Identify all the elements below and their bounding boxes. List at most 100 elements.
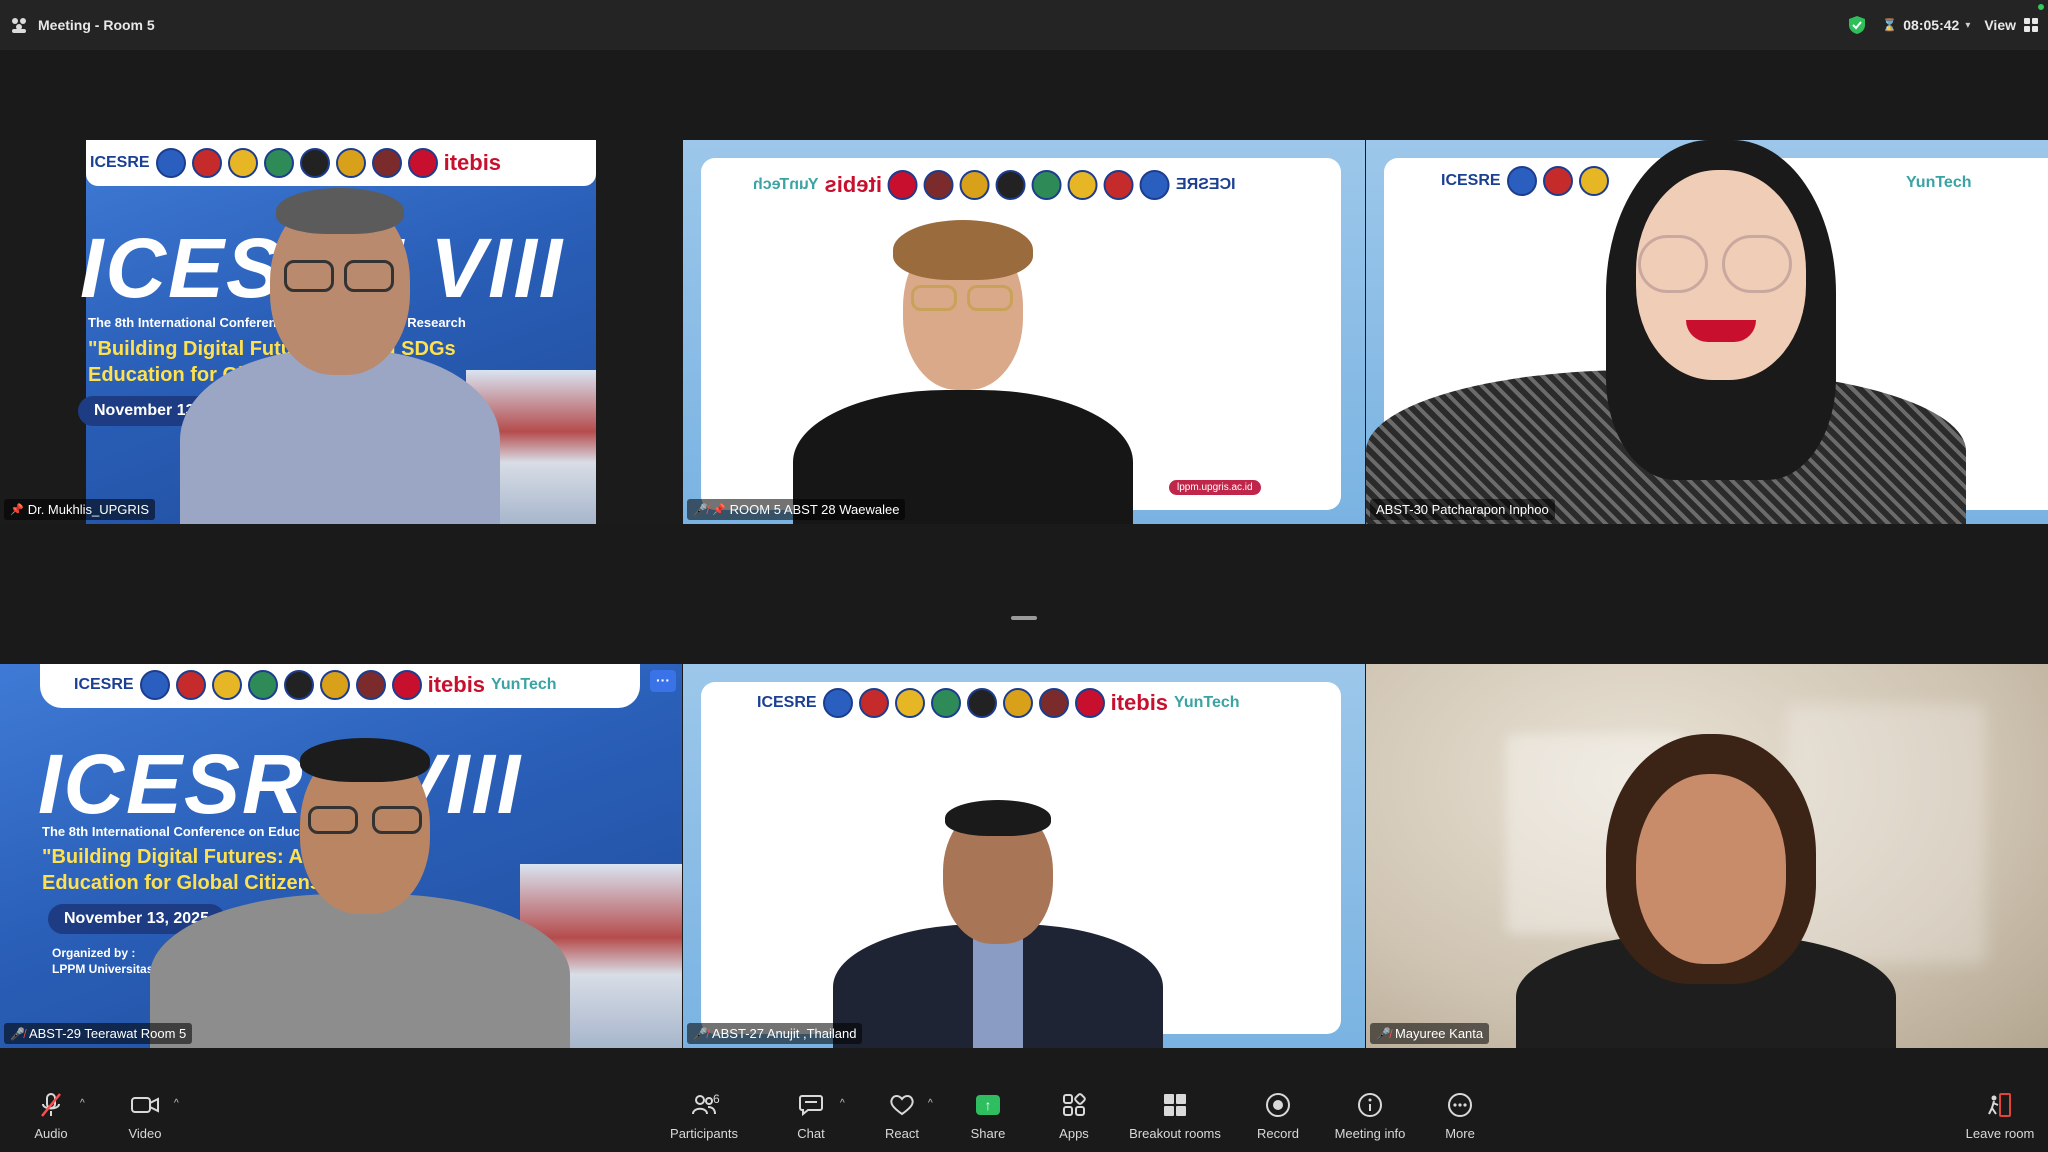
partner-logo — [175, 670, 206, 700]
name-tag: 📌 Dr. Mukhlis_UPGRIS — [4, 499, 156, 520]
logo-strip: ICESRE itebis YunTech — [757, 688, 1240, 718]
partner-logo — [263, 148, 294, 178]
glasses — [967, 285, 1013, 311]
partner-logo — [407, 148, 438, 178]
record-icon — [1266, 1093, 1290, 1117]
video-tile-anujit[interactable]: ICESRE itebis YunTech 🎤̸ ABST-27 Anujit … — [683, 664, 1365, 1048]
partner-logo — [319, 670, 350, 700]
participants-button[interactable]: 6 Participants — [659, 1090, 749, 1141]
audio-options-caret[interactable]: ^ — [80, 1098, 85, 1109]
chat-label: Chat — [797, 1126, 825, 1141]
body — [150, 894, 570, 1048]
partner-logo — [1139, 170, 1170, 200]
body — [180, 350, 500, 524]
gallery-resize-handle[interactable] — [1011, 616, 1037, 620]
more-label: More — [1445, 1126, 1475, 1141]
partner-logo — [247, 670, 278, 700]
share-button[interactable]: ↑ Share — [943, 1090, 1033, 1141]
brand-itebis: itebis — [427, 672, 486, 697]
title-right: ⌛ 08:05:42 ▾ View — [1846, 0, 2038, 50]
letterbox-right — [596, 140, 682, 524]
more-button[interactable]: More — [1415, 1090, 1505, 1141]
participant-video — [1496, 734, 1916, 1048]
partner-logo — [355, 670, 386, 700]
shirt — [973, 934, 1023, 1048]
pin-icon: 📌 — [10, 504, 24, 516]
mic-muted-icon: 🎤̸ — [10, 1026, 25, 1041]
video-label: Video — [128, 1126, 162, 1141]
name-tag: 🎤̸ ABST-27 Anujit ,Thailand — [687, 1023, 863, 1044]
share-label: Share — [970, 1126, 1006, 1141]
shield-check-icon[interactable] — [1846, 14, 1868, 36]
partner-logo — [1002, 688, 1033, 718]
glasses — [372, 806, 422, 834]
more-icon — [1448, 1093, 1472, 1117]
video-tile-mukhlis[interactable]: ICESRE itebis ICESRE VIII The 8th Intern… — [0, 140, 682, 524]
partner-logo — [1074, 688, 1105, 718]
url-badge: lppm.upgris.ac.id — [1169, 480, 1261, 495]
view-button[interactable]: View — [1984, 17, 2038, 33]
react-button[interactable]: React — [857, 1090, 947, 1141]
head — [1636, 774, 1786, 964]
glasses — [1722, 235, 1792, 293]
chat-options-caret[interactable]: ^ — [840, 1098, 845, 1109]
meeting-timer[interactable]: ⌛ 08:05:42 ▾ — [1882, 17, 1970, 33]
meeting-info-button[interactable]: Meeting info — [1325, 1090, 1415, 1141]
partner-logo — [299, 148, 330, 178]
glasses — [284, 260, 334, 292]
video-camera-icon — [131, 1097, 159, 1113]
partner-logo — [1038, 688, 1069, 718]
brand-icesre: ICESRE — [74, 676, 134, 693]
meeting-app-icon — [12, 18, 26, 33]
tile-more-options-button[interactable]: ··· — [650, 670, 676, 692]
view-label: View — [1984, 17, 2016, 33]
partner-logo — [391, 670, 422, 700]
record-button[interactable]: Record — [1233, 1090, 1323, 1141]
participant-name: Mayuree Kanta — [1394, 1026, 1484, 1041]
partner-logo — [211, 670, 242, 700]
hair — [300, 738, 430, 782]
share-screen-icon: ↑ — [976, 1095, 1000, 1115]
apps-button[interactable]: Apps — [1029, 1090, 1119, 1141]
apps-label: Apps — [1059, 1126, 1089, 1141]
heart-icon — [890, 1095, 914, 1116]
breakout-rooms-icon — [1164, 1094, 1186, 1116]
participant-name: Dr. Mukhlis_UPGRIS — [27, 502, 150, 517]
logo-strip: ICESRE itebis — [90, 148, 501, 178]
meeting-info-label: Meeting info — [1334, 1126, 1406, 1141]
partner-logo — [822, 688, 853, 718]
video-tile-mayuree[interactable]: 🎤̸ Mayuree Kanta — [1366, 664, 2048, 1048]
info-icon — [1358, 1093, 1382, 1117]
brand-icesre: ICESRE — [90, 154, 150, 171]
name-tag: 🎤̸ ABST-29 Teerawat Room 5 — [4, 1023, 193, 1044]
participants-count: 6 — [713, 1092, 720, 1106]
video-tile-patcharapon[interactable]: ICESRE YunTech ABST-30 Patcharapon Inpho… — [1366, 140, 2048, 524]
partner-logo — [371, 148, 402, 178]
breakout-rooms-button[interactable]: Breakout rooms — [1129, 1090, 1221, 1141]
timer-value: 08:05:42 — [1903, 17, 1960, 33]
partner-logo — [155, 148, 186, 178]
react-options-caret[interactable]: ^ — [928, 1098, 933, 1109]
participant-name: ABST-29 Teerawat Room 5 — [28, 1026, 187, 1041]
video-tile-waewalee[interactable]: ICESRE itebis YunTech lppm.upgris.ac.id … — [683, 140, 1365, 524]
name-tag: ABST-30 Patcharapon Inphoo — [1370, 499, 1555, 520]
letterbox-left — [0, 140, 86, 524]
participant-video — [150, 738, 570, 1048]
breakout-rooms-label: Breakout rooms — [1129, 1126, 1221, 1141]
glasses — [308, 806, 358, 834]
participants-label: Participants — [670, 1126, 738, 1141]
hair — [276, 188, 404, 234]
participant-video — [1366, 140, 2048, 524]
brand-itebis: itebis — [1110, 690, 1169, 715]
video-gallery: ICESRE itebis ICESRE VIII The 8th Intern… — [0, 50, 2048, 1082]
participant-name: ABST-27 Anujit ,Thailand — [711, 1026, 857, 1041]
participant-name: ABST-30 Patcharapon Inphoo — [1376, 502, 1549, 517]
video-tile-teerawat[interactable]: ICESRE itebis YunTech ··· ICESRE VIII Th… — [0, 664, 682, 1048]
smile — [1686, 320, 1756, 342]
partner-logo — [227, 148, 258, 178]
glasses — [344, 260, 394, 292]
brand-yuntech: YunTech — [1174, 694, 1240, 711]
video-options-caret[interactable]: ^ — [174, 1098, 179, 1109]
leave-room-button[interactable]: Leave room — [1955, 1090, 2045, 1141]
logo-strip: ICESRE itebis YunTech — [74, 670, 557, 700]
